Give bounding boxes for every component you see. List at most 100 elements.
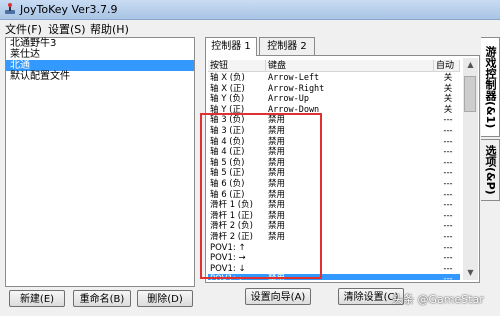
- mapping-row[interactable]: 滑杆 1 (负) 禁用 ---: [208, 200, 460, 211]
- scroll-down-icon[interactable]: ▼: [463, 266, 478, 280]
- mapping-auto-cell: 关: [443, 73, 453, 83]
- controller-tabs: 控制器 1 控制器 2 按钮 键盘 自动 轴 X (负) Arrow-Left 关轴…: [205, 37, 480, 283]
- mapping-key-cell: Arrow-Right: [268, 83, 325, 94]
- profile-list[interactable]: 北通野牛3 莱仕达 北通 默认配置文件: [5, 37, 195, 287]
- side-tab-game-controller[interactable]: 游戏控制器(&1): [481, 37, 500, 137]
- mapping-auto-cell: ---: [443, 210, 453, 221]
- mapping-key-cell: 禁用: [268, 147, 286, 158]
- profile-item-selected[interactable]: 北通: [6, 60, 194, 71]
- mapping-key-cell: 禁用: [268, 189, 286, 200]
- mapping-key-cell: 禁用: [268, 136, 286, 147]
- rename-button[interactable]: 重命名(B): [73, 290, 131, 307]
- profile-item[interactable]: 默认配置文件: [6, 71, 194, 82]
- mapping-auto-cell: ---: [443, 232, 453, 242]
- scroll-up-icon[interactable]: ▲: [463, 58, 478, 72]
- header-keyboard[interactable]: 键盘: [266, 60, 434, 72]
- mapping-button-cell: 轴 X (负): [210, 73, 245, 83]
- mapping-row[interactable]: POV1: ↓ ---: [208, 264, 460, 275]
- mapping-auto-cell: ---: [443, 136, 453, 147]
- mapping-auto-cell: ---: [443, 274, 453, 280]
- setup-wizard-button[interactable]: 设置向导(A): [245, 288, 311, 305]
- mapping-row[interactable]: 轴 X (正) Arrow-Right 关: [208, 84, 460, 95]
- mapping-table: 按钮 键盘 自动 轴 X (负) Arrow-Left 关轴 X (正) Arrow-…: [208, 60, 460, 280]
- mapping-auto-cell: ---: [443, 253, 453, 264]
- mapping-row[interactable]: 轴 X (负) Arrow-Left 关: [208, 73, 460, 84]
- mapping-button-cell: POV1: →: [210, 253, 246, 264]
- mapping-key-cell: Arrow-Up: [268, 94, 309, 105]
- menu-help[interactable]: 帮助(H): [90, 21, 129, 37]
- mapping-button-cell: POV1: ↓: [210, 263, 246, 274]
- menu-file[interactable]: 文件(F): [5, 21, 42, 37]
- mapping-auto-cell: ---: [443, 126, 453, 136]
- menu-bar: 文件(F) 设置(S) 帮助(H): [0, 20, 500, 37]
- mapping-auto-cell: ---: [443, 168, 453, 179]
- delete-button[interactable]: 删除(D): [137, 290, 193, 307]
- mapping-row[interactable]: POV1: → ---: [208, 253, 460, 264]
- mapping-key-cell: 禁用: [268, 126, 286, 136]
- mapping-row[interactable]: 轴 3 (负) 禁用 ---: [208, 115, 460, 126]
- joystick-icon: [5, 3, 15, 14]
- mapping-auto-cell: 关: [443, 83, 453, 94]
- mapping-button-cell: 轴 5 (负): [210, 157, 245, 168]
- mapping-key-cell: 禁用: [268, 210, 286, 221]
- mapping-row[interactable]: POV1: ← 禁用 ---: [208, 274, 460, 280]
- menu-settings[interactable]: 设置(S): [48, 21, 86, 37]
- window-title: JoyToKey Ver3.7.9: [20, 3, 118, 16]
- mapping-auto-cell: 关: [443, 104, 453, 115]
- tab-controller-1[interactable]: 控制器 1: [205, 37, 257, 56]
- vertical-scrollbar[interactable]: ▲ ▼: [463, 58, 478, 280]
- mapping-panel: 按钮 键盘 自动 轴 X (负) Arrow-Left 关轴 X (正) Arrow-…: [205, 55, 480, 283]
- mapping-auto-cell: ---: [443, 147, 453, 158]
- mapping-auto-cell: ---: [443, 200, 453, 211]
- mapping-row[interactable]: 轴 6 (正) 禁用 ---: [208, 190, 460, 201]
- mapping-row[interactable]: 轴 3 (正) 禁用 ---: [208, 126, 460, 137]
- mapping-button-cell: 滑杆 1 (正): [210, 210, 253, 221]
- profile-item[interactable]: 北通野牛3: [6, 38, 194, 49]
- mapping-button-cell: 轴 6 (负): [210, 179, 245, 189]
- mapping-key-cell: 禁用: [268, 115, 286, 126]
- mapping-row[interactable]: 滑杆 2 (正) 禁用 ---: [208, 232, 460, 243]
- mapping-button-cell: 轴 4 (正): [210, 147, 245, 158]
- mapping-row[interactable]: 轴 Y (负) Arrow-Up 关: [208, 94, 460, 105]
- mapping-button-cell: 轴 5 (正): [210, 168, 245, 179]
- mapping-button-cell: 轴 X (正): [210, 83, 245, 94]
- mapping-button-cell: 滑杆 2 (负): [210, 221, 253, 232]
- mapping-key-cell: 禁用: [268, 168, 286, 179]
- mapping-button-cell: POV1: ←: [210, 274, 246, 280]
- mapping-key-cell: Arrow-Left: [268, 73, 320, 83]
- mapping-key-cell: 禁用: [268, 221, 286, 232]
- mapping-row[interactable]: 轴 4 (正) 禁用 ---: [208, 147, 460, 158]
- mapping-button-cell: 轴 3 (负): [210, 115, 245, 126]
- mapping-auto-cell: ---: [443, 221, 453, 232]
- mapping-button-cell: 轴 Y (正): [210, 104, 245, 115]
- mapping-button-cell: 滑杆 2 (正): [210, 232, 253, 242]
- mapping-key-cell: Arrow-Down: [268, 104, 320, 115]
- header-button[interactable]: 按钮: [208, 60, 266, 72]
- mapping-auto-cell: ---: [443, 189, 453, 200]
- mapping-key-cell: 禁用: [268, 200, 286, 211]
- mapping-button-cell: 轴 4 (负): [210, 136, 245, 147]
- mapping-row[interactable]: POV1: ↑ ---: [208, 243, 460, 254]
- mapping-row[interactable]: 轴 5 (正) 禁用 ---: [208, 168, 460, 179]
- mapping-button-cell: 轴 6 (正): [210, 189, 245, 200]
- mapping-row[interactable]: 轴 4 (负) 禁用 ---: [208, 137, 460, 148]
- mapping-key-cell: 禁用: [268, 232, 286, 242]
- tab-controller-2[interactable]: 控制器 2: [259, 37, 315, 55]
- mapping-auto-cell: ---: [443, 242, 453, 253]
- header-auto[interactable]: 自动: [434, 60, 460, 72]
- profile-item[interactable]: 莱仕达: [6, 49, 194, 60]
- mapping-auto-cell: ---: [443, 179, 453, 189]
- mapping-row[interactable]: 轴 6 (负) 禁用 ---: [208, 179, 460, 190]
- mapping-button-cell: POV1: ↑: [210, 242, 246, 253]
- new-button[interactable]: 新建(E): [9, 290, 65, 307]
- mapping-row[interactable]: 轴 5 (负) 禁用 ---: [208, 158, 460, 169]
- mapping-auto-cell: ---: [443, 157, 453, 168]
- mapping-row[interactable]: 滑杆 2 (负) 禁用 ---: [208, 221, 460, 232]
- mapping-button-cell: 滑杆 1 (负): [210, 200, 253, 211]
- mapping-row[interactable]: 滑杆 1 (正) 禁用 ---: [208, 211, 460, 222]
- scroll-thumb[interactable]: [464, 76, 476, 112]
- mapping-key-cell: 禁用: [268, 157, 286, 168]
- side-tab-options[interactable]: 选项(&P): [481, 139, 500, 201]
- mapping-row[interactable]: 轴 Y (正) Arrow-Down 关: [208, 105, 460, 116]
- mapping-button-cell: 轴 Y (负): [210, 94, 245, 105]
